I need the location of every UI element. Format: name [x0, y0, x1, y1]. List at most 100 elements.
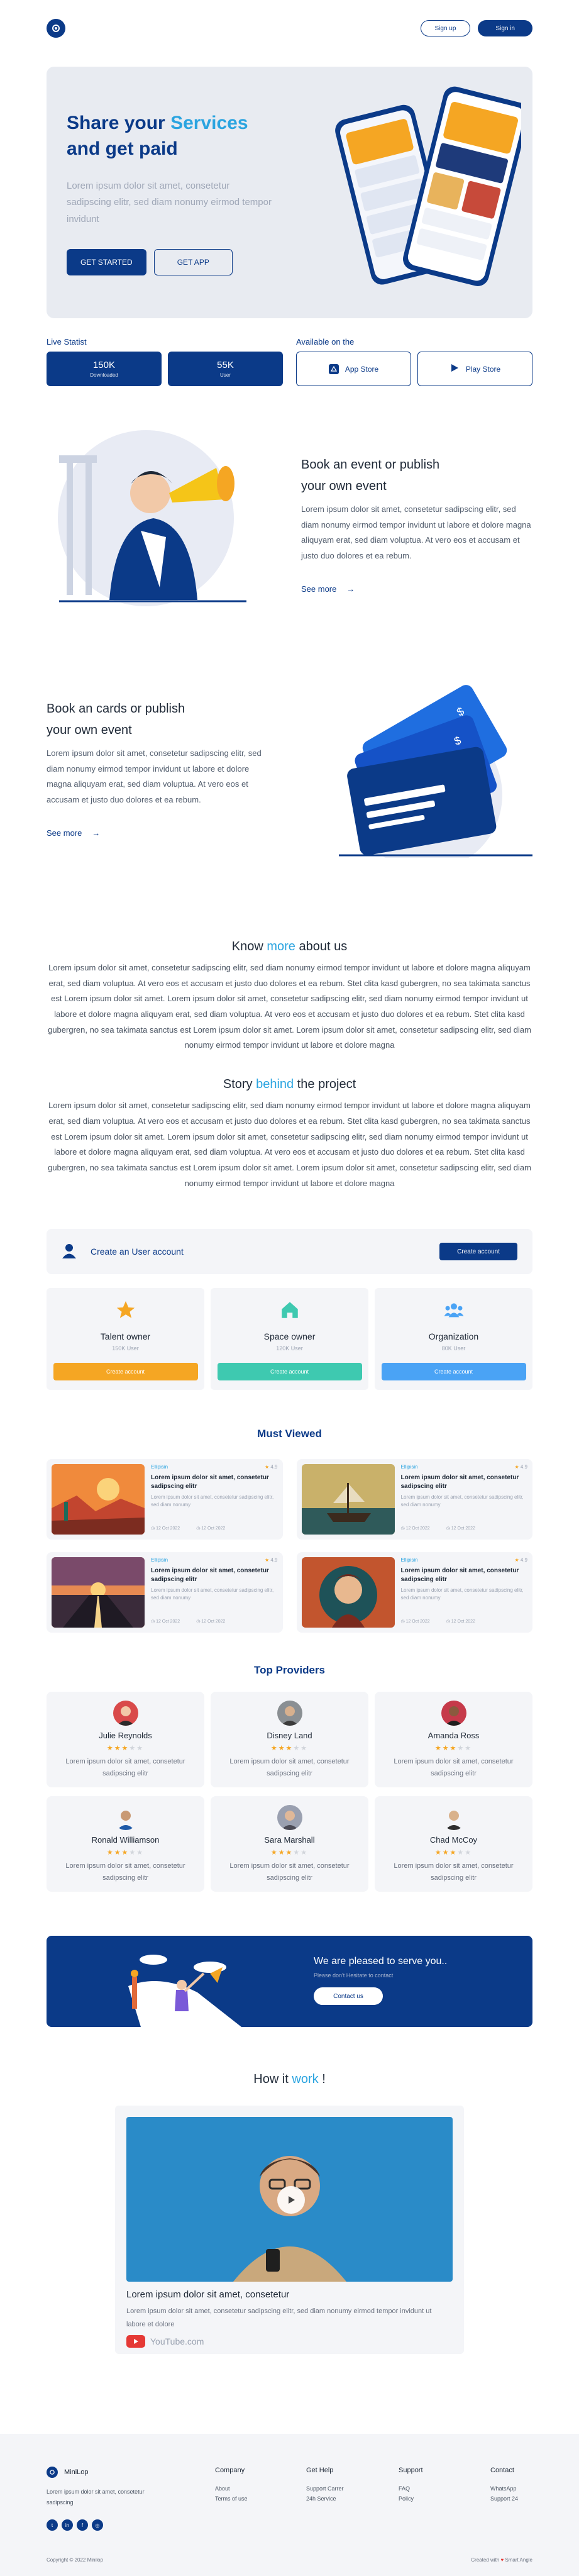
role-cards: Talent owner 150K User Create account Sp…	[47, 1288, 532, 1391]
app-store-button[interactable]: App Store	[296, 352, 411, 386]
heading-prefix: Story	[223, 1077, 253, 1092]
provider-card[interactable]: Amanda Ross ★★★★★ Lorem ipsum dolor sit …	[375, 1692, 532, 1788]
twitter-icon[interactable]: t	[47, 2519, 58, 2531]
item-desc: Lorem ipsum dolor sit amet, consetetur s…	[151, 1494, 274, 1508]
provider-card[interactable]: Julie Reynolds ★★★★★ Lorem ipsum dolor s…	[47, 1692, 204, 1788]
role-title: Organization	[428, 1331, 479, 1342]
avatar	[113, 1701, 138, 1726]
rating-stars: ★★★★★	[270, 1849, 309, 1857]
provider-card[interactable]: Disney Land ★★★★★ Lorem ipsum dolor sit …	[211, 1692, 368, 1788]
signin-button[interactable]: Sign in	[478, 20, 532, 36]
rating: ★ 4.9	[514, 1557, 527, 1563]
footer-col-title: Support	[399, 2467, 423, 2474]
heading-accent: more	[267, 940, 295, 953]
hero-title-accent: Services	[170, 113, 248, 133]
list-item[interactable]: Ellipisin ★ 4.9 Lorem ipsum dolor sit am…	[296, 1459, 532, 1540]
date-end: ◷ 12 Oct 2022	[446, 1619, 475, 1624]
desert-thumbnail	[52, 1464, 145, 1535]
talent-create-button[interactable]: Create account	[53, 1363, 198, 1381]
provider-name: Disney Land	[267, 1731, 312, 1741]
create-account-button[interactable]: Create account	[439, 1243, 517, 1261]
date-value: 12 Oct 2022	[156, 1526, 180, 1531]
date-start: ◷ 12 Oct 2022	[400, 1526, 430, 1531]
footer-link[interactable]: WhatsApp	[490, 2485, 518, 2492]
heading-suffix: the project	[297, 1077, 356, 1092]
signup-button[interactable]: Sign up	[420, 20, 471, 36]
banner-subtitle: Please don't Hesitate to contact	[314, 1972, 394, 1979]
get-app-button[interactable]: GET APP	[153, 248, 233, 275]
feature-event-description: Lorem ipsum dolor sit amet, consetetur s…	[301, 504, 531, 561]
list-item[interactable]: Ellipisin ★ 4.9 Lorem ipsum dolor sit am…	[47, 1552, 283, 1633]
footer-link[interactable]: Policy	[399, 2496, 423, 2502]
footer-col-title: Contact	[490, 2467, 514, 2474]
about-heading: Know more about us	[47, 940, 532, 954]
rating: ★ 4.9	[265, 1557, 278, 1563]
role-card-space: Space owner 120K User Create account	[211, 1288, 368, 1391]
title-line: Book an event or publish	[301, 458, 440, 472]
rating-value: 4.9	[270, 1557, 278, 1563]
date-value: 12 Oct 2022	[405, 1619, 430, 1624]
footer-link[interactable]: 24h Service	[306, 2496, 344, 2502]
avatar	[441, 1805, 466, 1831]
date-end: ◷ 12 Oct 2022	[446, 1526, 475, 1531]
trumpet-illustration	[58, 430, 246, 606]
stat-label: User	[220, 372, 231, 378]
feature-event-see-more[interactable]: See more →	[301, 584, 532, 594]
footer-link[interactable]: FAQ	[399, 2485, 423, 2492]
list-item[interactable]: Ellipisin ★ 4.9 Lorem ipsum dolor sit am…	[296, 1552, 532, 1633]
star-icon: ★	[264, 1557, 270, 1563]
top-navigation: Sign up Sign in	[47, 0, 532, 57]
list-item[interactable]: Ellipisin ★ 4.9 Lorem ipsum dolor sit am…	[47, 1459, 283, 1540]
how-it-works-section: How it work ! Lorem ipsum dolor sit amet…	[47, 2072, 532, 2355]
footer-brand-name[interactable]: MiniLop	[47, 2467, 172, 2478]
get-started-button[interactable]: GET STARTED	[67, 248, 146, 275]
footer-col-title: Get Help	[306, 2467, 334, 2474]
instagram-icon[interactable]: ◎	[92, 2519, 103, 2531]
provider-card[interactable]: Ronald Williamson ★★★★★ Lorem ipsum dolo…	[47, 1796, 204, 1892]
must-viewed-section: Must Viewed Ellipisin ★ 4.9 Lorem ipsum …	[47, 1428, 532, 1633]
role-sub: 150K User	[112, 1345, 139, 1352]
play-icon	[289, 2196, 295, 2204]
footer-col-title: Company	[215, 2467, 245, 2474]
provider-card[interactable]: Chad McCoy ★★★★★ Lorem ipsum dolor sit a…	[375, 1796, 532, 1892]
role-card-talent: Talent owner 150K User Create account	[47, 1288, 204, 1391]
feature-cards-see-more[interactable]: See more →	[47, 828, 273, 838]
heading-accent: behind	[256, 1077, 294, 1092]
footer-link[interactable]: Terms of use	[215, 2496, 248, 2502]
space-create-button[interactable]: Create account	[217, 1363, 362, 1381]
item-title: Lorem ipsum dolor sit amet, consetetur s…	[400, 1474, 519, 1491]
celebration-illustration	[128, 1955, 241, 2028]
logo-icon[interactable]	[47, 19, 65, 38]
about-section: Know more about us Lorem ipsum dolor sit…	[47, 940, 532, 1053]
arrow-right-icon: →	[92, 828, 101, 838]
live-stats-label: Live Statist	[47, 337, 87, 347]
available-label: Available on the	[296, 337, 355, 347]
footer-link[interactable]: Support Carrer	[306, 2485, 344, 2492]
item-desc: Lorem ipsum dolor sit amet, consetetur s…	[400, 1494, 524, 1508]
title-line: your own event	[47, 723, 132, 737]
play-store-button[interactable]: Play Store	[417, 352, 532, 386]
avatar	[277, 1805, 302, 1831]
feature-event-section: Book an event or publish your own event …	[47, 424, 532, 669]
footer-link[interactable]: About	[215, 2485, 248, 2492]
contact-us-button[interactable]: Contact us	[314, 1987, 383, 2006]
must-viewed-heading: Must Viewed	[257, 1428, 322, 1440]
linkedin-icon[interactable]: in	[62, 2519, 73, 2531]
home-icon	[279, 1299, 301, 1324]
video-source[interactable]: YouTube.com	[126, 2335, 453, 2348]
logo-icon	[47, 2467, 58, 2478]
hero-buttons: GET STARTED GET APP	[67, 248, 274, 275]
star-icon: ★	[264, 1464, 270, 1470]
role-title: Talent owner	[100, 1331, 151, 1342]
create-account-section: Create an User account Create account Ta…	[47, 1229, 532, 1391]
facebook-icon[interactable]: f	[77, 2519, 88, 2531]
title-line: Book an cards or publish	[47, 702, 185, 716]
play-button[interactable]	[277, 2186, 305, 2214]
footer-link[interactable]: Support 24	[490, 2496, 518, 2502]
must-viewed-grid: Ellipisin ★ 4.9 Lorem ipsum dolor sit am…	[47, 1459, 532, 1633]
video-description: Lorem ipsum dolor sit amet, consetetur s…	[126, 2307, 432, 2329]
rating-value: 4.9	[520, 1464, 527, 1470]
organization-create-button[interactable]: Create account	[381, 1363, 526, 1381]
provider-card[interactable]: Sara Marshall ★★★★★ Lorem ipsum dolor si…	[211, 1796, 368, 1892]
video-player[interactable]	[126, 2117, 453, 2282]
